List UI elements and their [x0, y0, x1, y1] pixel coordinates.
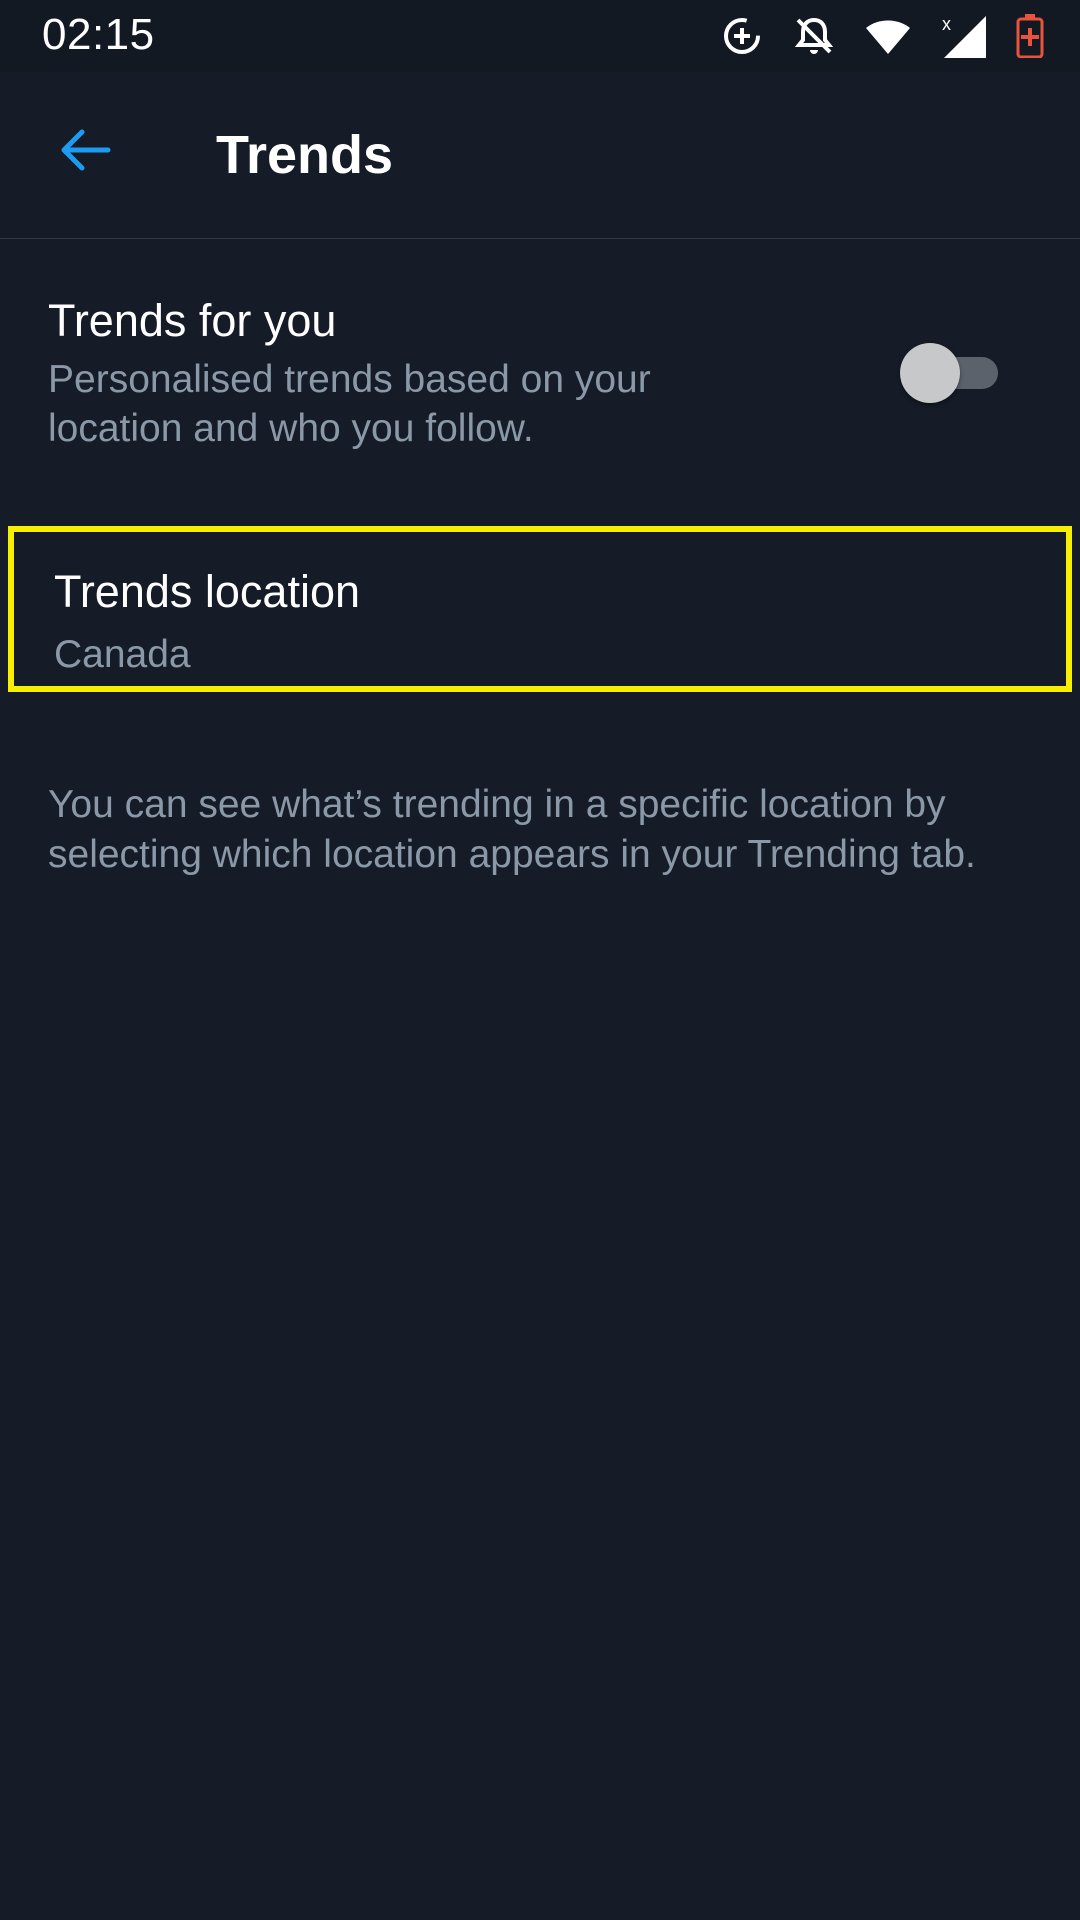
trends-location-help-text: You can see what’s trending in a specifi…	[48, 783, 976, 876]
trends-for-you-toggle[interactable]	[900, 343, 1000, 403]
screen: 02:15 x Trends Trends for you Personalis…	[0, 0, 1080, 1920]
trends-for-you-title: Trends for you	[48, 295, 337, 346]
notifications-off-icon	[792, 14, 836, 58]
status-time: 02:15	[42, 10, 155, 59]
trends-location-value: Canada	[54, 633, 191, 676]
svg-text:x: x	[942, 14, 951, 34]
trends-location-title: Trends location	[54, 566, 360, 617]
trends-for-you-subtitle: Personalised trends based on your locati…	[48, 358, 651, 450]
trends-location-row[interactable]: Trends location Canada	[8, 526, 1072, 692]
back-button[interactable]	[40, 116, 128, 188]
page-title: Trends	[216, 125, 394, 185]
status-icons: x	[720, 12, 1044, 60]
status-bar: 02:15 x	[0, 0, 1080, 72]
toggle-thumb	[900, 343, 960, 403]
wifi-icon	[864, 16, 912, 56]
battery-charging-icon	[1016, 14, 1044, 58]
arrow-left-icon	[56, 126, 112, 179]
app-bar: Trends	[0, 72, 1080, 239]
cellular-signal-icon: x	[940, 12, 988, 60]
data-saver-icon	[720, 14, 764, 58]
trends-for-you-row[interactable]: Trends for you Personalised trends based…	[0, 239, 1080, 499]
